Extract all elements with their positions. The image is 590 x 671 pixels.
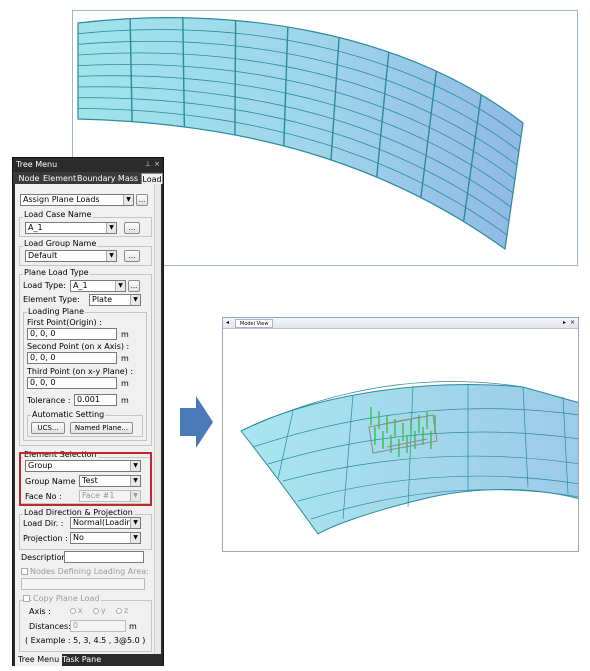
- tree-menu-body: Assign Plane Loads ▼ ... Load Case Name A…: [15, 184, 161, 654]
- chevron-down-icon: ▼: [123, 195, 133, 205]
- load-direction-title: Load Direction & Projection: [23, 508, 134, 517]
- first-point-unit: m: [121, 330, 129, 339]
- loading-plane-title: Loading Plane: [27, 307, 86, 316]
- third-point-input[interactable]: 0, 0, 0: [27, 377, 117, 389]
- distances-unit: m: [129, 622, 137, 631]
- example-text: ( Example : 5, 3, 4.5 , 3@5.0 ): [25, 636, 146, 645]
- axis-x-label: x: [78, 606, 83, 615]
- model-view-window[interactable]: Model View ◂ ▸ ×: [222, 317, 579, 552]
- chevron-down-icon: ▼: [106, 251, 116, 261]
- tab-right-icon[interactable]: ▸: [563, 318, 566, 328]
- load-group-select[interactable]: Default ▼: [25, 250, 117, 262]
- axis-y-radio[interactable]: [93, 608, 99, 614]
- nodes-defining-checkbox[interactable]: [21, 568, 28, 575]
- third-point-label: Third Point (on x-y Plane) :: [27, 367, 134, 376]
- model-view-tab[interactable]: Model View: [235, 319, 274, 328]
- function-more-button[interactable]: ...: [136, 194, 148, 206]
- load-dir-label: Load Dir. :: [23, 519, 64, 528]
- axis-z-radio[interactable]: [116, 608, 122, 614]
- tab-element[interactable]: Element: [43, 173, 76, 184]
- tree-menu-bottom-tabs: Tree Menu Task Pane: [13, 654, 163, 666]
- tab-load[interactable]: Load: [141, 173, 163, 184]
- function-select-value: Assign Plane Loads: [23, 195, 100, 204]
- load-dir-select[interactable]: Normal(Loading ▼: [70, 517, 141, 529]
- element-selection-highlight: [19, 452, 152, 506]
- copy-plane-load-checkbox[interactable]: [23, 595, 30, 602]
- tree-menu-titlebar: Tree Menu ⊥ ×: [13, 158, 163, 171]
- tree-menu-panel: Tree Menu ⊥ × Node Element Boundary Mass…: [12, 157, 164, 666]
- function-select[interactable]: Assign Plane Loads ▼: [20, 194, 134, 206]
- axis-label: Axis :: [29, 607, 51, 616]
- named-plane-button[interactable]: Named Plane...: [70, 422, 133, 434]
- tolerance-unit: m: [121, 396, 129, 405]
- load-case-value: A_1: [28, 223, 43, 232]
- load-type-select[interactable]: A_1 ▼: [70, 280, 126, 292]
- automatic-setting-title: Automatic Setting: [31, 410, 106, 419]
- tree-menu-scrollbar[interactable]: [154, 184, 161, 654]
- element-type-select[interactable]: Plate ▼: [89, 294, 141, 306]
- description-input[interactable]: [64, 551, 144, 563]
- load-type-label: Load Type:: [23, 281, 66, 290]
- load-group-more-button[interactable]: ...: [124, 250, 140, 262]
- projection-label: Projection :: [23, 534, 68, 543]
- load-case-select[interactable]: A_1 ▼: [25, 222, 117, 234]
- close-icon[interactable]: ×: [154, 158, 160, 171]
- tab-node[interactable]: Node: [17, 173, 41, 184]
- projection-value: No: [73, 533, 84, 542]
- axis-x-radio[interactable]: [70, 608, 76, 614]
- chevron-down-icon: ▼: [115, 281, 125, 291]
- element-type-value: Plate: [92, 295, 113, 304]
- model-view-titlebar: Model View ◂ ▸ ×: [223, 318, 578, 329]
- chevron-down-icon: ▼: [130, 518, 140, 528]
- right-arrow-icon: [180, 396, 213, 448]
- chevron-down-icon: ▼: [106, 223, 116, 233]
- curved-plate-mesh-bottom: [240, 381, 578, 535]
- load-case-title: Load Case Name: [23, 210, 93, 219]
- tab-boundary[interactable]: Boundary: [77, 173, 116, 184]
- second-point-label: Second Point (on x Axis) :: [27, 342, 130, 351]
- close-icon[interactable]: ×: [570, 318, 575, 328]
- nodes-defining-label: Nodes Defining Loading Area:: [30, 567, 149, 576]
- copy-plane-load-title: Copy Plane Load: [32, 594, 101, 603]
- second-point-input[interactable]: 0, 0, 0: [27, 352, 117, 364]
- tab-left-icon[interactable]: ◂: [226, 318, 229, 328]
- first-point-label: First Point(Origin) :: [27, 318, 102, 327]
- model-view-tab-label: Model View: [240, 321, 269, 327]
- ucs-button[interactable]: UCS...: [31, 422, 65, 434]
- tab-task-pane[interactable]: Task Pane: [59, 654, 104, 666]
- distances-input[interactable]: 0: [70, 620, 126, 632]
- axis-y-label: y: [101, 606, 106, 615]
- pin-icon[interactable]: ⊥: [145, 158, 151, 171]
- second-point-unit: m: [121, 354, 129, 363]
- load-group-title: Load Group Name: [23, 239, 98, 248]
- model-view-canvas[interactable]: [223, 329, 578, 552]
- plane-load-type-title: Plane Load Type: [23, 268, 90, 277]
- load-group-value: Default: [28, 251, 58, 260]
- tree-menu-tabs: Node Element Boundary Mass Load: [13, 172, 163, 184]
- tolerance-input[interactable]: 0.001: [74, 394, 117, 406]
- load-type-value: A_1: [73, 281, 88, 290]
- chevron-down-icon: ▼: [130, 533, 140, 543]
- nodes-defining-input[interactable]: [21, 578, 145, 590]
- element-type-label: Element Type:: [23, 295, 80, 304]
- mesh-column-line: [234, 20, 237, 135]
- load-type-more-button[interactable]: ...: [128, 280, 140, 292]
- tab-mass[interactable]: Mass: [117, 173, 139, 184]
- chevron-down-icon: ▼: [130, 295, 140, 305]
- first-point-input[interactable]: 0, 0, 0: [27, 328, 117, 340]
- tree-menu-title: Tree Menu: [16, 160, 58, 169]
- projection-select[interactable]: No ▼: [70, 532, 141, 544]
- load-case-more-button[interactable]: ...: [124, 222, 140, 234]
- load-dir-value: Normal(Loading: [73, 518, 137, 527]
- description-label: Description:: [21, 553, 70, 562]
- third-point-unit: m: [121, 379, 129, 388]
- tolerance-label: Tolerance :: [27, 396, 71, 405]
- tab-tree-menu[interactable]: Tree Menu: [15, 654, 63, 666]
- distances-label: Distances:: [29, 622, 71, 631]
- axis-z-label: z: [124, 606, 129, 615]
